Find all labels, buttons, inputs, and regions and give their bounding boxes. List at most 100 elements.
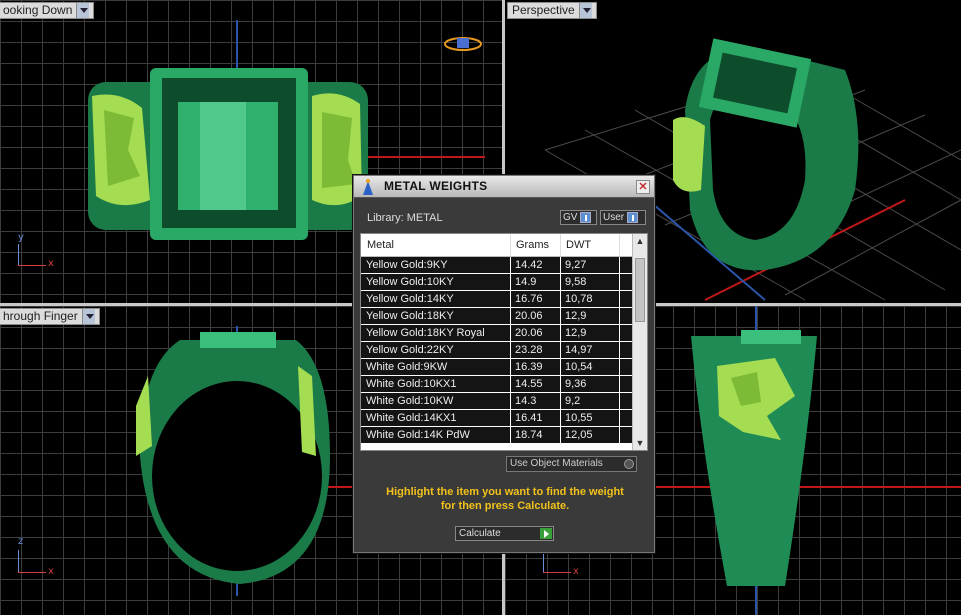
column-separator (619, 376, 620, 392)
column-separator (510, 257, 511, 273)
cell-grams: 14.9 (515, 276, 537, 288)
play-icon (540, 528, 552, 539)
table-scrollbar[interactable]: ▲ ▼ (632, 234, 647, 450)
x-axis-label: x (573, 566, 579, 577)
table-row[interactable]: Yellow Gold:18KY 20.06 12,9 (361, 308, 633, 325)
table-row[interactable]: White Gold:14K PdW 18.74 12,05 (361, 427, 633, 444)
y-axis-label: y (18, 232, 24, 243)
table-row[interactable]: White Gold:9KW 16.39 10,54 (361, 359, 633, 376)
table-header: Metal Grams DWT (361, 234, 633, 257)
instruction-line-2: for then press Calculate. (440, 500, 570, 512)
chevron-down-icon[interactable] (578, 3, 592, 18)
radio-icon[interactable] (624, 459, 634, 469)
gv-toggle-label: GV (563, 212, 578, 223)
user-toggle[interactable]: User (600, 210, 646, 225)
column-separator (560, 410, 561, 426)
table-row[interactable]: Yellow Gold:10KY 14.9 9,58 (361, 274, 633, 291)
table-row[interactable]: Yellow Gold:22KY 23.28 14,97 (361, 342, 633, 359)
column-header-grams[interactable]: Grams (516, 239, 549, 251)
column-separator (510, 274, 511, 290)
table-row[interactable]: White Gold:14KX1 16.41 10,55 (361, 410, 633, 427)
column-separator (619, 308, 620, 324)
use-object-materials-label: Use Object Materials (510, 458, 603, 469)
metal-table[interactable]: Metal Grams DWT Yellow Gold:9KY 14.42 9,27… (360, 233, 648, 451)
cell-grams: 16.41 (515, 412, 543, 424)
column-separator (560, 342, 561, 358)
column-separator (510, 359, 511, 375)
cell-dwt: 14,97 (565, 344, 593, 356)
column-separator (560, 393, 561, 409)
cell-dwt: 12,9 (565, 327, 587, 339)
viewcube-icon[interactable] (443, 34, 483, 54)
column-separator (560, 257, 561, 273)
column-separator (510, 376, 511, 392)
cell-grams: 16.39 (515, 361, 543, 373)
metal-weights-app-icon (363, 179, 373, 195)
cell-grams: 20.06 (515, 310, 543, 322)
dialog-title-bar[interactable]: METAL WEIGHTS ✕ (354, 176, 654, 198)
column-separator (510, 342, 511, 358)
cell-grams: 16.76 (515, 293, 543, 305)
close-icon[interactable]: ✕ (636, 180, 650, 194)
cell-dwt: 10,55 (565, 412, 593, 424)
table-rows: Yellow Gold:9KY 14.42 9,27 Yellow Gold:10KY… (361, 257, 633, 444)
column-separator (560, 427, 561, 443)
cell-metal: Yellow Gold:9KY (366, 259, 448, 271)
instruction-text: Highlight the item you want to find the … (362, 485, 648, 513)
cell-grams: 18.74 (515, 429, 543, 441)
gv-toggle[interactable]: GV (560, 210, 597, 225)
column-separator (619, 393, 620, 409)
table-row[interactable]: Yellow Gold:18KY Royal 20.06 12,9 (361, 325, 633, 342)
column-header-dwt[interactable]: DWT (566, 239, 591, 251)
table-row[interactable]: Yellow Gold:14KY 16.76 10,78 (361, 291, 633, 308)
axis-tripod-x (18, 572, 46, 573)
z-axis-label: z (18, 536, 24, 547)
column-separator (560, 325, 561, 341)
toggle-knob-icon (580, 212, 592, 223)
column-separator (510, 427, 511, 443)
toggle-knob-icon (627, 212, 639, 223)
column-separator (619, 410, 620, 426)
table-row[interactable]: White Gold:10KX1 14.55 9,36 (361, 376, 633, 393)
cell-dwt: 9,2 (565, 395, 581, 407)
viewport-menu-perspective[interactable]: Perspective (507, 2, 597, 19)
cell-dwt: 12,05 (565, 429, 593, 441)
cell-metal: Yellow Gold:18KY (366, 310, 454, 322)
axis-tripod-z (543, 550, 544, 572)
column-separator (510, 308, 511, 324)
cell-dwt: 10,54 (565, 361, 593, 373)
axis-tripod-y (18, 244, 19, 266)
user-toggle-label: User (603, 212, 625, 223)
calculate-label: Calculate (459, 528, 501, 539)
cell-dwt: 9,27 (565, 259, 587, 271)
calculate-button[interactable]: Calculate (455, 526, 554, 541)
cell-metal: Yellow Gold:10KY (366, 276, 454, 288)
column-header-metal[interactable]: Metal (367, 239, 394, 251)
column-separator (619, 359, 620, 375)
cell-metal: White Gold:14K PdW (366, 429, 470, 441)
cell-metal: Yellow Gold:22KY (366, 344, 454, 356)
column-separator (619, 427, 620, 443)
axis-tripod-x (18, 265, 46, 266)
cell-grams: 14.55 (515, 378, 543, 390)
use-object-materials-toggle[interactable]: Use Object Materials (506, 456, 637, 472)
scroll-up-icon[interactable]: ▲ (635, 236, 645, 246)
cell-grams: 14.42 (515, 259, 543, 271)
metal-weights-dialog: METAL WEIGHTS ✕ Library: METAL GV User M… (353, 175, 655, 553)
axis-tripod-z (18, 550, 19, 572)
table-row[interactable]: Yellow Gold:9KY 14.42 9,27 (361, 257, 633, 274)
scroll-thumb[interactable] (635, 258, 645, 322)
cell-metal: White Gold:14KX1 (366, 412, 457, 424)
cell-metal: White Gold:9KW (366, 361, 448, 373)
scroll-down-icon[interactable]: ▼ (635, 438, 645, 448)
cell-metal: White Gold:10KX1 (366, 378, 457, 390)
column-separator (560, 274, 561, 290)
column-separator (619, 342, 620, 358)
table-row[interactable]: White Gold:10KW 14.3 9,2 (361, 393, 633, 410)
cell-metal: Yellow Gold:14KY (366, 293, 454, 305)
x-axis-label: x (48, 566, 54, 577)
column-separator (510, 291, 511, 307)
column-separator (560, 308, 561, 324)
column-separator (619, 325, 620, 341)
column-separator (510, 325, 511, 341)
